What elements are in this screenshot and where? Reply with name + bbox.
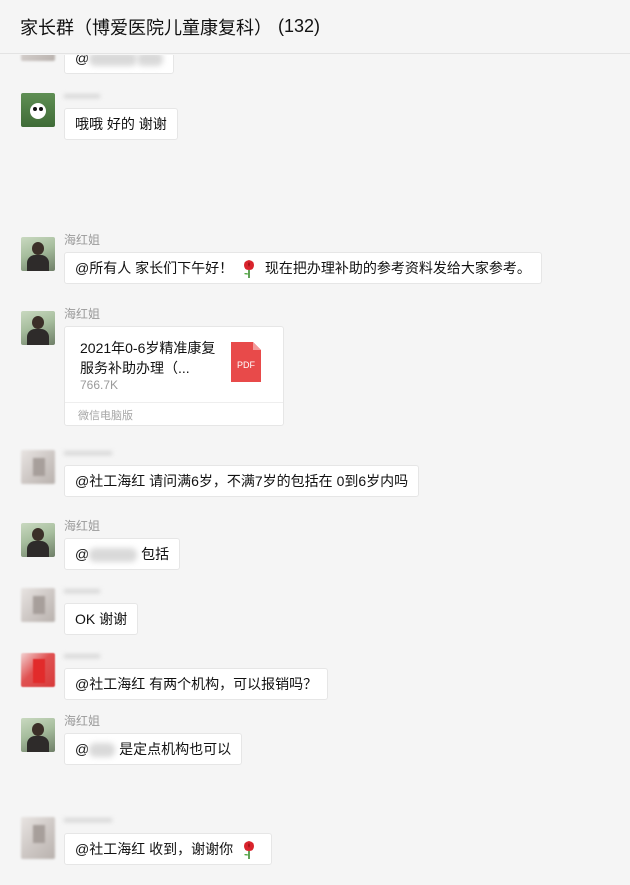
avatar[interactable]: [21, 93, 55, 127]
file-source-label: 微信电脑版: [78, 410, 133, 422]
member-count: (132): [278, 16, 321, 36]
message-bubble[interactable]: @: [64, 55, 175, 74]
redacted-text: [137, 55, 164, 67]
chat-message-list[interactable]: @ ▬▬▬ 哦哦 好的 谢谢 海红姐 @所有人 家长们下午好！ 现在把办理补助的…: [0, 55, 630, 885]
message-text: @所有人 家长们下午好！: [75, 260, 234, 276]
message-bubble[interactable]: OK 谢谢: [64, 603, 139, 635]
sender-name: 海红姐: [64, 233, 101, 247]
file-name: 2021年0-6岁精准康复服务补助办理（...: [80, 340, 216, 376]
chat-title: 家长群（博爱医院儿童康复科）: [20, 17, 272, 38]
file-size: 766.7K: [80, 378, 119, 392]
message-bubble[interactable]: @社工海红 请问满6岁，不满7岁的包括在 0到6岁内吗: [64, 465, 420, 497]
message-bubble[interactable]: @社工海红 收到，谢谢你: [64, 833, 272, 865]
sender-name: 海红姐: [64, 519, 101, 533]
file-attachment-card[interactable]: 2021年0-6岁精准康复服务补助办理（... 766.7K PDF 微信电脑版: [64, 326, 284, 426]
mention-prefix: @: [75, 546, 90, 562]
avatar[interactable]: [21, 237, 55, 271]
redacted-name: [89, 743, 116, 758]
divider: [65, 402, 283, 403]
avatar[interactable]: [21, 817, 55, 859]
message-bubble[interactable]: @所有人 家长们下午好！ 现在把办理补助的参考资料发给大家参考。: [64, 252, 542, 284]
redacted-name: [89, 548, 138, 563]
pdf-file-icon: PDF: [231, 342, 261, 382]
sender-name: 海红姐: [64, 714, 101, 728]
avatar[interactable]: [21, 523, 55, 557]
sender-name: 海红姐: [64, 307, 101, 321]
sender-name: ▬▬▬▬: [64, 444, 112, 458]
message-text: @社工海红 请问满6岁，不满7岁的包括在 0到6岁内吗: [75, 473, 409, 489]
message-bubble[interactable]: @ 包括: [64, 538, 181, 570]
mention-prefix: @: [75, 741, 90, 757]
message-bubble[interactable]: @社工海红 有两个机构，可以报销吗？: [64, 668, 329, 700]
avatar[interactable]: [21, 588, 55, 622]
avatar[interactable]: [21, 718, 55, 752]
svg-text:PDF: PDF: [237, 360, 256, 370]
message-bubble[interactable]: 哦哦 好的 谢谢: [64, 108, 178, 140]
message-text: 是定点机构也可以: [119, 741, 232, 757]
sender-name: ▬▬▬: [64, 647, 100, 661]
avatar[interactable]: [21, 653, 55, 687]
avatar[interactable]: [21, 450, 55, 484]
sender-name: ▬▬▬: [64, 582, 100, 596]
message-text: @社工海红 收到，谢谢你: [75, 841, 234, 857]
avatar[interactable]: [21, 311, 55, 345]
message-text: OK 谢谢: [75, 611, 128, 627]
message-text: 包括: [141, 546, 170, 562]
rose-emoji-icon: [244, 841, 254, 860]
sender-name: ▬▬▬▬: [64, 811, 112, 825]
rose-emoji-icon: [244, 260, 254, 279]
message-text: 哦哦 好的 谢谢: [75, 116, 167, 132]
chat-title-bar: 家长群（博爱医院儿童康复科） (132): [0, 0, 630, 54]
avatar[interactable]: [21, 55, 55, 61]
message-text-continued: 现在把办理补助的参考资料发给大家参考。: [264, 260, 531, 276]
message-bubble[interactable]: @ 是定点机构也可以: [64, 733, 243, 765]
sender-name: ▬▬▬: [64, 87, 100, 101]
redacted-name: [89, 55, 138, 67]
message-text: @社工海红 有两个机构，可以报销吗？: [75, 676, 318, 692]
